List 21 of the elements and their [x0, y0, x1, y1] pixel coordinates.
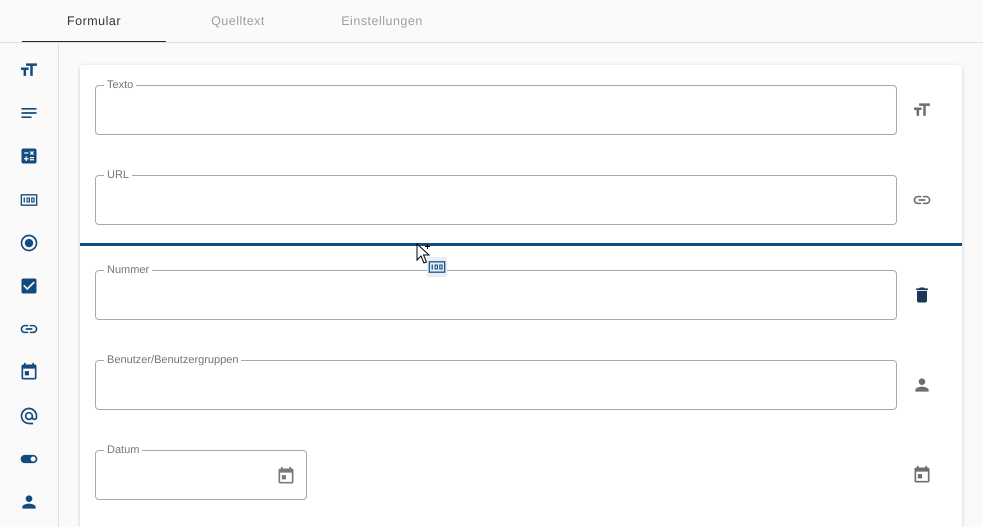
at-sign-icon[interactable]	[19, 406, 39, 426]
dragged-number-icon	[427, 257, 447, 277]
tab[interactable]: Einstellungen	[310, 0, 454, 42]
input-field[interactable]: URL	[95, 170, 897, 225]
cursor-icon	[416, 243, 430, 265]
field-label: Datum	[106, 445, 140, 455]
calendar-icon[interactable]	[19, 362, 39, 382]
input-field[interactable]: Nummer	[95, 265, 897, 320]
input-field[interactable]: Datum	[95, 445, 307, 500]
radio-icon[interactable]	[19, 232, 39, 253]
field-label: Benutzer/Benutzergruppen	[106, 355, 240, 365]
calculator-icon[interactable]	[19, 146, 39, 166]
field-label: URL	[106, 170, 130, 180]
input-field[interactable]: Benutzer/Benutzergruppen	[95, 355, 897, 410]
field-label: Nummer	[106, 265, 150, 275]
input-field[interactable]: Texto	[95, 80, 897, 135]
tab[interactable]: Quelltext	[166, 0, 310, 42]
field-label: Texto	[106, 80, 134, 90]
checkbox-icon[interactable]	[19, 276, 39, 296]
calendar-icon[interactable]	[276, 466, 296, 486]
tab[interactable]: Formular	[22, 0, 166, 42]
